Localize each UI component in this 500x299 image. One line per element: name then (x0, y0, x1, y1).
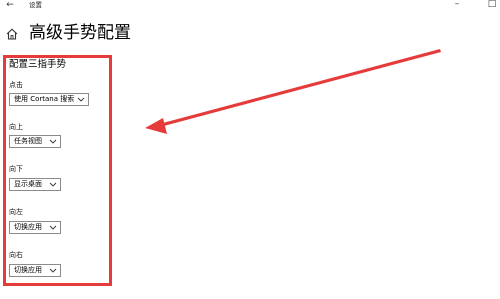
chevron-down-icon (49, 225, 57, 230)
swipe-up-label: 向上 (9, 123, 23, 131)
swipe-right-dropdown-value: 切换应用 (14, 266, 42, 274)
maximize-icon: □ (487, 0, 497, 9)
chevron-down-icon (49, 182, 57, 187)
maximize-button[interactable]: □ (486, 0, 498, 10)
minimize-icon: – (454, 0, 460, 9)
swipe-down-dropdown-value: 显示桌面 (14, 180, 42, 188)
swipe-left-label: 向左 (9, 208, 23, 216)
page-title: 高级手势配置 (29, 23, 131, 43)
swipe-left-dropdown-value: 切换应用 (14, 223, 42, 231)
swipe-right-dropdown[interactable]: 切换应用 (9, 264, 61, 277)
swipe-down-label: 向下 (9, 165, 23, 173)
chevron-down-icon (49, 268, 57, 273)
swipe-left-dropdown[interactable]: 切换应用 (9, 221, 61, 234)
chevron-down-icon (49, 139, 57, 144)
back-button[interactable]: ← (2, 0, 18, 10)
swipe-up-dropdown[interactable]: 任务视图 (9, 135, 61, 148)
home-icon (6, 28, 18, 40)
window-title: 设置 (29, 1, 42, 9)
back-arrow-icon: ← (6, 0, 14, 10)
arrow-shaft (159, 49, 441, 127)
tap-label: 点击 (9, 81, 23, 89)
swipe-right-label: 向右 (9, 251, 23, 259)
chevron-down-icon (77, 97, 85, 102)
swipe-up-dropdown-value: 任务视图 (14, 137, 42, 145)
swipe-down-dropdown[interactable]: 显示桌面 (9, 178, 61, 191)
minimize-button[interactable]: – (451, 0, 463, 10)
settings-window: ← 设置 – □ 高级手势配置 配置三指手势 点击 使用 Cortana 搜索 … (0, 0, 500, 299)
tap-dropdown[interactable]: 使用 Cortana 搜索 (9, 93, 89, 106)
arrow-head (145, 118, 167, 134)
section-title: 配置三指手势 (9, 59, 67, 70)
tap-dropdown-value: 使用 Cortana 搜索 (14, 95, 75, 103)
